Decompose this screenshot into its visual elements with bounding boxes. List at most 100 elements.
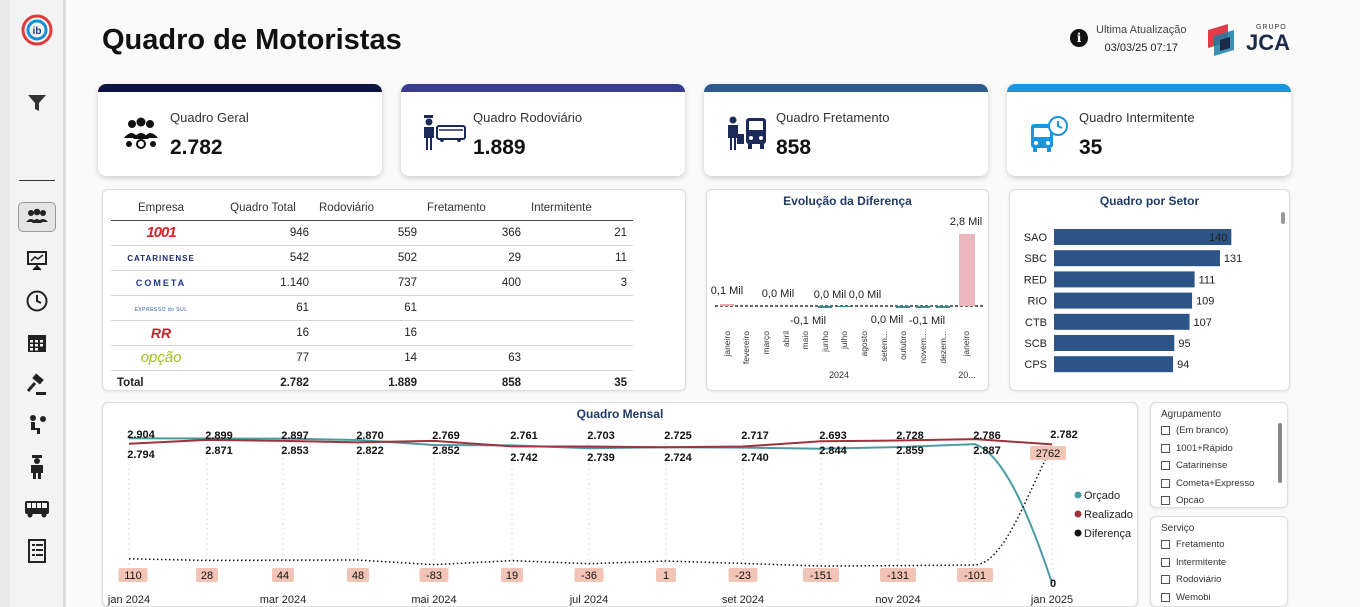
col-header[interactable]: Fretamento: [423, 196, 527, 221]
realizado-data-label: 2.724: [664, 452, 692, 464]
orcado-data-label: 2.786: [973, 430, 1001, 442]
realizado-data-label: 2.740: [741, 452, 769, 464]
legend-label[interactable]: Diferença: [1084, 528, 1132, 540]
evo-tick-label: março: [761, 331, 771, 355]
evo-bar[interactable]: [959, 234, 975, 306]
table-row[interactable]: EXPRESSO do SUL 61 61: [111, 295, 633, 321]
last-update-label: Ultima Atualização: [1096, 24, 1187, 36]
diferenca-data-label: 44: [277, 570, 289, 582]
slicer-item[interactable]: Intermitente: [1161, 557, 1226, 568]
evo-data-label: 0,0 Mil: [871, 314, 903, 326]
table-row[interactable]: opção 77 14 63: [111, 345, 633, 371]
report-nav-icon[interactable]: [18, 536, 56, 566]
setor-bar[interactable]: [1054, 335, 1175, 351]
slicer-item[interactable]: Cometa+Expresso: [1161, 478, 1254, 489]
int-cell: 21: [527, 220, 633, 246]
slicer-item-label: Intermitente: [1176, 556, 1227, 568]
evo-bar[interactable]: [936, 306, 950, 308]
card-quadro-intermitente[interactable]: Quadro Intermitente 35: [1007, 84, 1291, 176]
setor-scrollbar[interactable]: [1281, 212, 1285, 224]
setor-bar[interactable]: [1054, 292, 1193, 309]
slicer-item[interactable]: (Em branco): [1161, 425, 1228, 436]
checkbox[interactable]: [1161, 478, 1170, 488]
evo-bar[interactable]: [818, 306, 832, 308]
legend-marker[interactable]: [1074, 529, 1082, 537]
table-row[interactable]: 1001 946 559 366 21: [111, 220, 633, 246]
fret-cell: [423, 320, 527, 346]
card-quadro-fretamento[interactable]: Quadro Fretamento 858: [704, 84, 988, 176]
col-header[interactable]: Intermitente: [527, 196, 633, 221]
filter-icon[interactable]: [18, 88, 56, 118]
slicer-item[interactable]: Catarinense: [1161, 460, 1227, 471]
slicer-scrollbar[interactable]: [1278, 423, 1282, 483]
info-icon[interactable]: i: [1070, 29, 1088, 47]
rod-cell: 14: [315, 345, 423, 371]
people-nav-icon[interactable]: [18, 202, 56, 232]
company-table-panel: Empresa Quadro Total Rodoviário Fretamen…: [102, 189, 686, 391]
setor-bar[interactable]: [1054, 271, 1195, 288]
slicer-title: Agrupamento: [1161, 409, 1222, 420]
setor-bar[interactable]: [1054, 313, 1190, 330]
evo-year-label: 20...: [958, 370, 976, 380]
slicer-item[interactable]: Wemobi: [1161, 592, 1211, 603]
main-area: Quadro de Motoristas i Ultima Atualizaçã…: [66, 0, 1360, 607]
app-logo-icon[interactable]: ib: [18, 14, 56, 46]
legend-marker[interactable]: [1074, 491, 1082, 499]
setor-value-label: 94: [1177, 359, 1189, 371]
checkbox[interactable]: [1161, 575, 1170, 584]
setor-bar[interactable]: [1054, 250, 1220, 267]
orcado-data-label: 2.897: [281, 430, 309, 442]
setor-chart: SAO 140 SBC 131 RED 111 RIO 109 CTB 107 SCB 95 CPS 94: [1024, 229, 1242, 373]
company-logo: RR: [150, 324, 172, 341]
company-cell: RR: [111, 320, 211, 346]
card-value: 1.889: [473, 136, 526, 159]
diferenca-line[interactable]: [128, 446, 1053, 567]
checkbox[interactable]: [1161, 443, 1170, 453]
bus-nav-icon[interactable]: [18, 494, 56, 524]
diferenca-data-label: -131: [887, 570, 909, 582]
evo-bar[interactable]: [837, 306, 851, 307]
table-row[interactable]: CATARINENSE 542 502 29 11: [111, 245, 633, 271]
gavel-nav-icon[interactable]: [18, 370, 56, 400]
legend-label[interactable]: Orçado: [1084, 490, 1120, 502]
evo-bar[interactable]: [896, 306, 910, 308]
setor-bar[interactable]: [1054, 356, 1174, 373]
total-cell: 946: [211, 220, 315, 246]
legend-marker[interactable]: [1074, 510, 1082, 518]
evo-bar[interactable]: [720, 304, 734, 306]
card-quadro-rodoviario[interactable]: Quadro Rodoviário 1.889: [401, 84, 685, 176]
person-seat-nav-icon[interactable]: [18, 410, 56, 440]
table-row[interactable]: RR 16 16: [111, 320, 633, 346]
table-row[interactable]: COMETA 1.140 737 400 3: [111, 270, 633, 296]
checkbox[interactable]: [1161, 592, 1170, 602]
col-header[interactable]: Quadro Total: [211, 196, 315, 221]
checkbox[interactable]: [1161, 540, 1170, 549]
page-title: Quadro de Motoristas: [102, 24, 402, 56]
slicer-item[interactable]: Opcao: [1161, 495, 1204, 506]
col-header[interactable]: Empresa: [111, 196, 211, 221]
card-quadro-geral[interactable]: Quadro Geral 2.782: [98, 84, 382, 176]
slicer-item[interactable]: 1001+Rápido: [1161, 443, 1233, 454]
slicer-item[interactable]: Fretamento: [1161, 539, 1225, 550]
presentation-nav-icon[interactable]: [18, 246, 56, 276]
evolution-panel: Evolução da Diferença 0,1 Mil 0,0 Mil -0,1…: [706, 189, 989, 391]
int-cell: 35: [614, 376, 627, 389]
company-logo: opção: [140, 349, 182, 366]
checkbox[interactable]: [1161, 557, 1170, 567]
setor-bar[interactable]: [1054, 229, 1232, 245]
checkbox[interactable]: [1161, 426, 1170, 435]
int-cell: [527, 345, 633, 371]
evo-tick-label: janeiro: [961, 331, 971, 358]
checkbox[interactable]: [1161, 461, 1170, 470]
calendar-nav-icon[interactable]: [18, 328, 56, 358]
evo-bar[interactable]: [916, 306, 930, 308]
driver-nav-icon[interactable]: [18, 452, 56, 482]
col-header[interactable]: Rodoviário: [315, 196, 423, 221]
checkbox[interactable]: [1161, 496, 1170, 505]
slicer-item-label: Fretamento: [1176, 539, 1225, 550]
clock-nav-icon[interactable]: [18, 286, 56, 316]
slicer-item[interactable]: Rodoviário: [1161, 574, 1221, 585]
sidebar: ib: [10, 0, 64, 607]
realizado-data-label: 2.844: [819, 445, 847, 457]
legend-label[interactable]: Realizado: [1084, 509, 1133, 521]
